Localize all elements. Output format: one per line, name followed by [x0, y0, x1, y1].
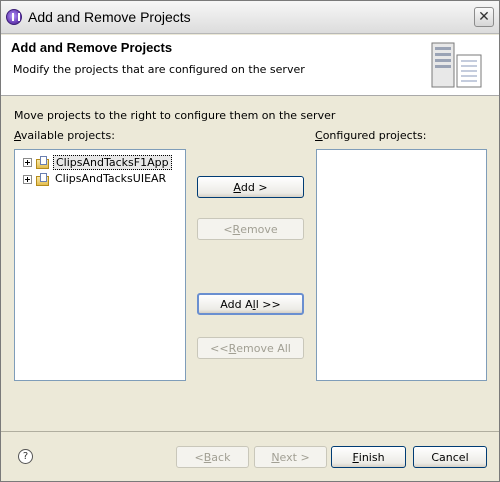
back-button[interactable]: < Back — [176, 446, 249, 468]
help-icon[interactable]: ? — [18, 449, 33, 464]
add-button[interactable]: Add > — [197, 176, 304, 198]
configured-projects-list[interactable] — [316, 149, 487, 381]
project-icon — [36, 155, 49, 169]
page-subtitle: Modify the projects that are configured … — [13, 63, 305, 76]
server-icon — [431, 42, 482, 88]
remove-all-button[interactable]: << Remove All — [197, 337, 304, 359]
tree-item-label: ClipsAndTacksUIEAR — [55, 171, 167, 185]
dialog-window: Add and Remove Projects ✕ Add and Remove… — [0, 0, 500, 482]
cancel-button[interactable]: Cancel — [413, 446, 487, 468]
wizard-content: Move projects to the right to configure … — [1, 97, 499, 431]
expand-icon[interactable] — [23, 157, 32, 167]
available-projects-label: Available projects: — [14, 129, 115, 142]
available-projects-list[interactable]: ClipsAndTacksF1App ClipsAndTacksUIEAR — [14, 149, 186, 381]
remove-button[interactable]: < Remove — [197, 218, 304, 240]
close-button[interactable]: ✕ — [474, 7, 494, 27]
tree-item-clipsandtacksf1app[interactable]: ClipsAndTacksF1App — [23, 154, 172, 170]
finish-button[interactable]: Finish — [331, 446, 406, 468]
app-icon — [6, 9, 22, 25]
next-button[interactable]: Next > — [254, 446, 327, 468]
footer-divider — [1, 431, 499, 432]
page-title: Add and Remove Projects — [11, 40, 173, 55]
project-icon — [36, 172, 49, 186]
tree-item-label: ClipsAndTacksF1App — [53, 154, 172, 170]
configured-projects-label: Configured projects: — [315, 129, 427, 142]
expand-icon[interactable] — [23, 174, 32, 184]
window-title: Add and Remove Projects — [28, 9, 191, 25]
add-all-button[interactable]: Add All >> — [197, 293, 304, 315]
wizard-header: Add and Remove Projects Modify the proje… — [1, 35, 499, 96]
instruction-text: Move projects to the right to configure … — [14, 109, 336, 122]
title-bar: Add and Remove Projects ✕ — [1, 1, 499, 34]
tree-item-clipsandtacksuiear[interactable]: ClipsAndTacksUIEAR — [23, 171, 168, 187]
